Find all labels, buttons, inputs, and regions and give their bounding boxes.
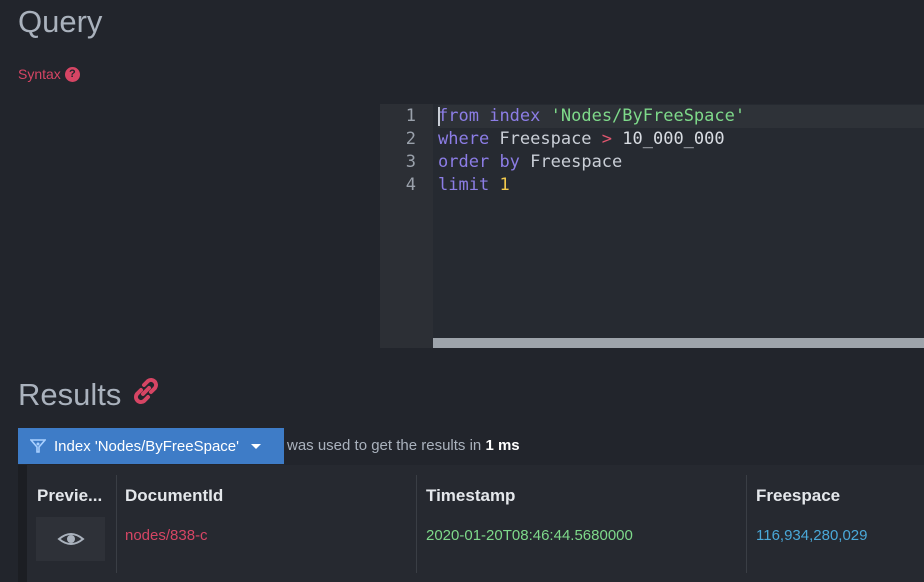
- query-title: Query: [18, 4, 103, 39]
- index-filter-icon: [30, 439, 46, 453]
- code-line[interactable]: order by Freespace: [438, 151, 924, 174]
- code-token: 'Nodes/ByFreeSpace': [550, 106, 746, 126]
- code-token: Freespace: [519, 152, 623, 172]
- results-grid: Previe... DocumentId Timestamp Freespace…: [18, 465, 924, 582]
- line-number: 4: [405, 175, 416, 195]
- code-token: limit: [438, 175, 490, 195]
- index-dropdown-button[interactable]: Index 'Nodes/ByFreeSpace': [18, 428, 284, 464]
- column-header-documentid[interactable]: DocumentId: [125, 465, 223, 517]
- column-header-freespace[interactable]: Freespace: [756, 465, 840, 517]
- code-line[interactable]: limit 1: [438, 174, 924, 197]
- code-token: where: [438, 129, 490, 149]
- row-timestamp: 2020-01-20T08:46:44.5680000: [426, 527, 633, 544]
- query-editor[interactable]: 1234 from index 'Nodes/ByFreeSpace' where…: [380, 104, 924, 348]
- syntax-label: Syntax: [18, 66, 61, 82]
- used-text: was used to get the results in: [287, 437, 482, 454]
- column-separator[interactable]: [416, 475, 417, 573]
- preview-button[interactable]: [36, 517, 105, 561]
- syntax-link[interactable]: Syntax ?: [18, 66, 80, 82]
- query-duration: 1 ms: [485, 437, 520, 454]
- results-title: Results: [18, 377, 122, 412]
- link-icon[interactable]: [129, 374, 163, 416]
- results-title-row: Results: [18, 374, 163, 416]
- row-document-id[interactable]: nodes/838-c: [125, 527, 208, 544]
- code-token: 10_000_000: [612, 129, 725, 149]
- code-line[interactable]: from index 'Nodes/ByFreeSpace': [438, 105, 924, 128]
- code-token: Freespace: [489, 129, 602, 149]
- index-button-label: Index 'Nodes/ByFreeSpace': [54, 437, 239, 455]
- code-token: >: [601, 129, 613, 149]
- line-number-gutter: 1 2 3 4: [380, 104, 433, 348]
- column-separator[interactable]: [746, 475, 747, 573]
- used-index-info: was used to get the results in 1 ms: [287, 437, 520, 454]
- line-number: 2: [405, 129, 416, 149]
- results-table: Previe... DocumentId Timestamp Freespace…: [27, 465, 924, 582]
- column-separator[interactable]: [116, 475, 117, 573]
- column-header-preview[interactable]: Previe...: [37, 465, 102, 517]
- line-number: 3: [405, 152, 416, 172]
- eye-icon: [56, 533, 85, 545]
- code-token: from: [438, 106, 479, 126]
- row-freespace: 116,934,280,029: [756, 527, 868, 544]
- text-cursor: [438, 107, 440, 126]
- chevron-down-icon: [251, 443, 261, 449]
- question-circle-icon[interactable]: ?: [64, 66, 80, 82]
- code-line[interactable]: where Freespace > 10_000_000: [438, 128, 924, 151]
- code-token: order: [438, 152, 490, 172]
- column-header-timestamp[interactable]: Timestamp: [426, 465, 515, 517]
- code-token: 1: [499, 175, 510, 195]
- code-token: index: [489, 106, 541, 126]
- horizontal-scrollbar[interactable]: [433, 338, 924, 348]
- code-token: by: [499, 152, 520, 172]
- line-number: 1: [405, 106, 416, 126]
